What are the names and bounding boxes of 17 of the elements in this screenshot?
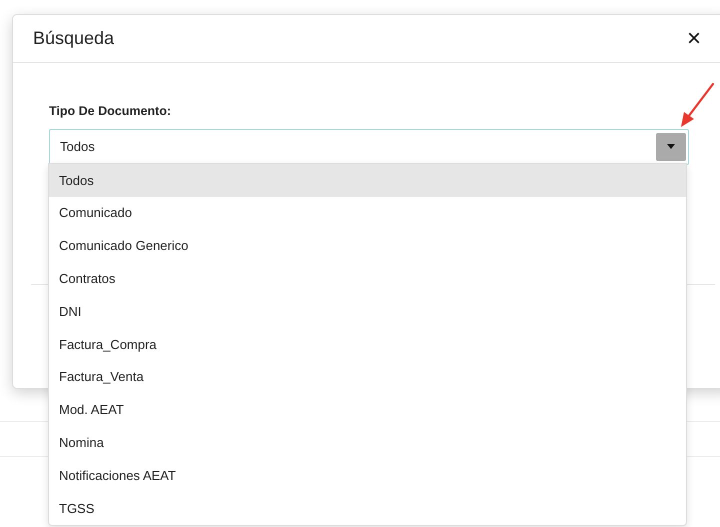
dropdown-option[interactable]: Comunicado Generico bbox=[49, 230, 686, 262]
dropdown-option[interactable]: DNI bbox=[49, 295, 686, 328]
annotation-arrow bbox=[681, 82, 714, 127]
dropdown-option[interactable]: Mod. AEAT bbox=[49, 394, 686, 426]
dropdown-toggle[interactable] bbox=[656, 132, 686, 161]
caret-icon bbox=[667, 144, 675, 150]
field-label: Tipo De Documento: bbox=[49, 103, 172, 120]
dialog-title: Búsqueda bbox=[33, 27, 114, 50]
dropdown-option[interactable]: TGSS bbox=[49, 492, 686, 525]
dropdown-option[interactable]: Factura_Venta bbox=[49, 360, 686, 394]
dropdown-option[interactable]: Todos bbox=[49, 164, 686, 197]
close-button[interactable]: × bbox=[682, 26, 705, 50]
dropdown-option[interactable]: Comunicado bbox=[49, 196, 686, 230]
dropdown-option[interactable]: Notificaciones AEAT bbox=[49, 459, 686, 492]
dropdown-option[interactable]: Factura_Compra bbox=[49, 328, 686, 361]
dropdown-option[interactable]: Contratos bbox=[49, 262, 686, 296]
dropdown-option[interactable]: Nomina bbox=[49, 426, 686, 460]
